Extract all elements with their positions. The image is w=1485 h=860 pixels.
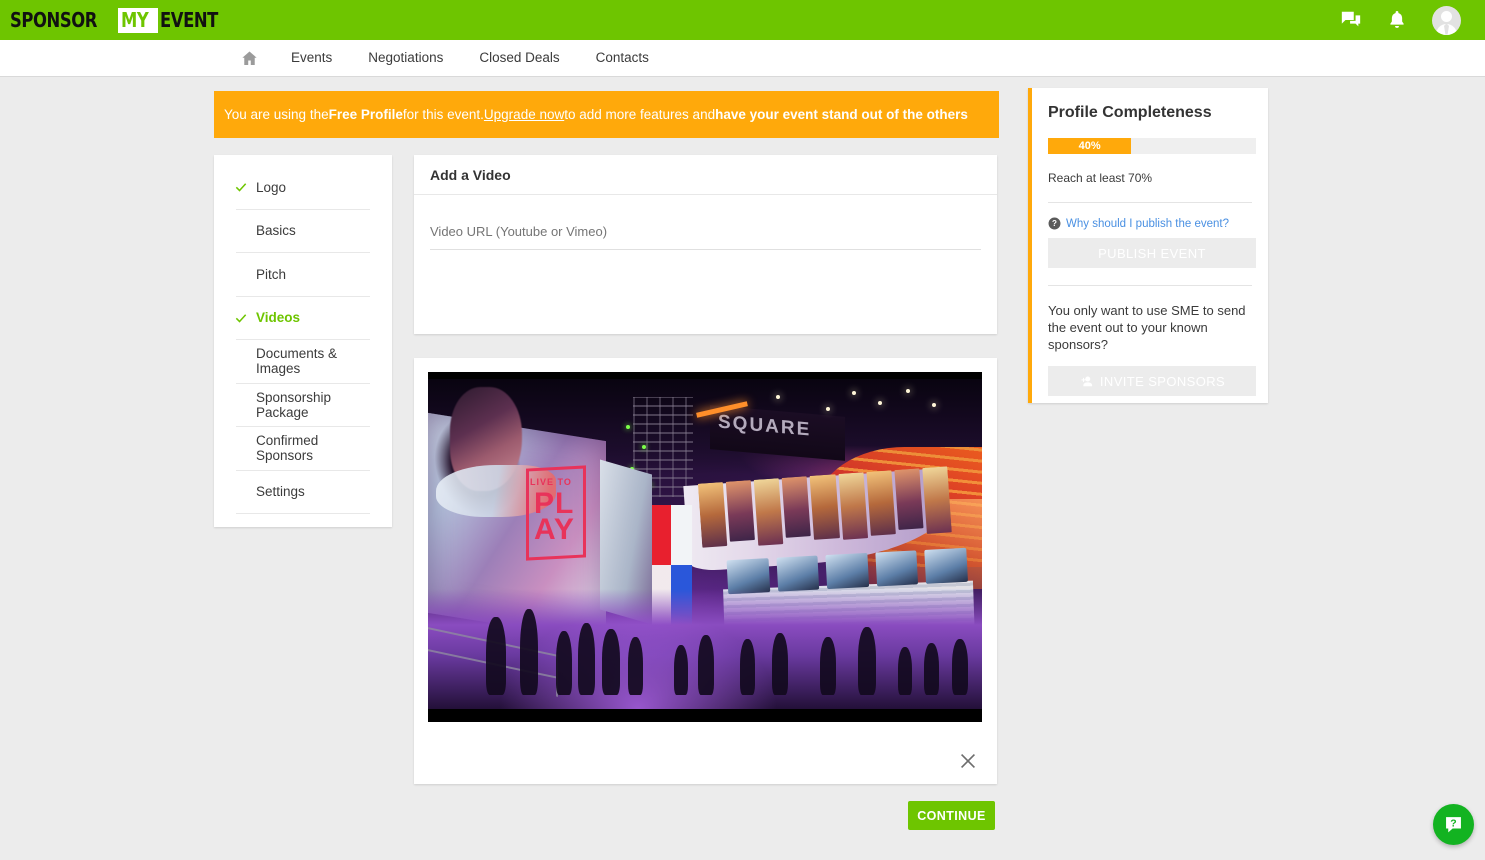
why-publish-link[interactable]: Why should I publish the event? (1066, 218, 1229, 230)
sidebar-item-settings[interactable]: Settings (236, 471, 370, 514)
publish-event-button[interactable]: PUBLISH EVENT (1048, 238, 1256, 268)
sidebar-item-pitch[interactable]: Pitch (236, 253, 370, 297)
svg-text:?: ? (1450, 818, 1456, 830)
video-url-input[interactable] (430, 213, 981, 250)
top-bar-actions (1340, 5, 1461, 35)
video-list-item: SQUARE LIVE TO PL AY (414, 358, 997, 784)
banner-text-3: to add more features and (564, 107, 716, 122)
sidebar-item-basics[interactable]: Basics (236, 210, 370, 253)
sidebar-item-label: Documents & Images (256, 346, 338, 377)
why-publish-row[interactable]: ? Why should I publish the event? (1048, 217, 1252, 230)
sidebar-item-sponsorship-package[interactable]: Sponsorship Package (236, 384, 370, 427)
nav-item-negotiations[interactable]: Negotiations (350, 40, 461, 76)
add-video-title: Add a Video (414, 155, 997, 195)
sidebar-item-label: Basics (256, 223, 296, 239)
sidebar-item-label: Settings (256, 484, 305, 500)
help-chat-fab[interactable]: ? (1433, 804, 1474, 845)
progress-fill: 40% (1048, 138, 1132, 154)
video-thumbnail-image: SQUARE LIVE TO PL AY (428, 379, 982, 709)
profile-completeness-progress: 40% (1048, 138, 1256, 154)
invite-sponsors-label: INVITE SPONSORS (1099, 373, 1226, 389)
profile-completeness-title: Profile Completeness (1048, 104, 1212, 121)
logo-text-my: MY (121, 7, 149, 32)
thumb-live-to-text: LIVE TO (530, 477, 572, 487)
divider (1048, 202, 1252, 203)
remove-video-close-icon[interactable] (957, 750, 979, 772)
logo-my-box: MY (118, 7, 158, 33)
logo-text-event: EVENT (159, 8, 218, 32)
check-icon (235, 183, 247, 192)
thumb-play-text: PL AY (534, 487, 575, 546)
invite-sponsors-text: You only want to use SME to send the eve… (1048, 303, 1246, 352)
messages-icon[interactable] (1340, 9, 1362, 31)
sidebar-item-documents-images[interactable]: Documents & Images (236, 340, 370, 384)
free-profile-banner: You are using the Free Profile for this … (214, 91, 999, 138)
avatar[interactable] (1432, 5, 1461, 35)
sidebar-item-confirmed-sponsors[interactable]: Confirmed Sponsors (236, 427, 370, 471)
nav-item-closed-deals[interactable]: Closed Deals (461, 40, 577, 76)
sidebar-item-logo[interactable]: Logo (235, 166, 370, 210)
banner-bold-stand-out: have your event stand out of the others (715, 107, 968, 122)
reach-target-text: Reach at least 70% (1048, 171, 1153, 185)
sidebar-item-videos[interactable]: Videos (235, 297, 370, 340)
nav-item-home[interactable] (226, 49, 273, 68)
svg-text:?: ? (1052, 219, 1057, 228)
video-thumbnail[interactable]: SQUARE LIVE TO PL AY (428, 372, 982, 722)
sidebar-item-label: Pitch (256, 266, 287, 282)
sidebar-item-label: Sponsorship Package (256, 389, 332, 420)
home-icon (242, 51, 257, 65)
main-navigation: Events Negotiations Closed Deals Contact… (0, 40, 1485, 77)
banner-text-2: for this event. (402, 107, 484, 122)
check-icon (235, 314, 247, 323)
nav-item-events[interactable]: Events (273, 40, 350, 76)
add-video-card: Add a Video ADD VIDEO (414, 155, 997, 462)
app-logo[interactable]: SPONSOR MY EVENT (10, 7, 230, 33)
banner-text-1: You are using the (224, 107, 329, 122)
help-chat-bubble-icon: ? (1446, 817, 1461, 833)
nav-item-contacts[interactable]: Contacts (578, 40, 667, 76)
sidebar-item-label: Videos (256, 310, 301, 326)
invite-sponsors-button[interactable]: INVITE SPONSORS (1048, 366, 1256, 396)
continue-button[interactable]: CONTINUE (908, 801, 995, 830)
profile-completeness-card: Profile Completeness 40% Reach at least … (1028, 88, 1268, 403)
upgrade-now-link[interactable]: Upgrade now (484, 107, 564, 122)
notifications-bell-icon[interactable] (1386, 9, 1408, 31)
person-add-icon (1081, 376, 1093, 386)
sidebar-item-label: Confirmed Sponsors (256, 433, 319, 464)
video-url-field-wrap (414, 195, 997, 250)
top-bar: SPONSOR MY EVENT (0, 0, 1485, 40)
avatar-head (1441, 10, 1452, 22)
divider (1048, 285, 1252, 286)
help-question-icon: ? (1048, 217, 1061, 230)
sidebar-item-label: Logo (256, 179, 287, 195)
nav-items: Events Negotiations Closed Deals Contact… (226, 40, 667, 76)
thumb-crowd (428, 585, 982, 695)
logo-text-sponsor: SPONSOR (10, 8, 98, 32)
event-setup-sidebar: Logo Basics Pitch Videos Documents & Ima… (214, 155, 392, 527)
banner-bold-free-profile: Free Profile (328, 107, 403, 122)
